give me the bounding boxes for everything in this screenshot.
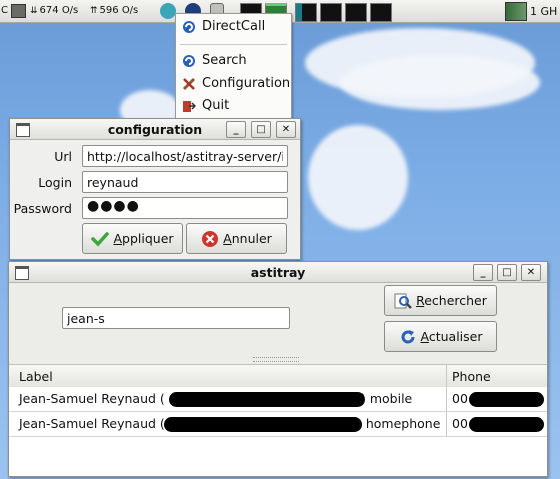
search-button[interactable]: Rechercher — [384, 285, 497, 316]
results-table-header: Label Phone — [9, 364, 547, 388]
workspace-5[interactable] — [345, 3, 367, 22]
cancel-button[interactable]: Annuler — [186, 223, 287, 254]
column-divider — [446, 387, 447, 411]
redacted-block — [164, 417, 362, 432]
menu-item-directcall[interactable]: DirectCall — [182, 17, 265, 37]
minimize-button[interactable]: _ — [473, 264, 493, 281]
column-header-phone[interactable]: Phone — [452, 369, 491, 384]
column-divider — [446, 412, 447, 436]
search-button-label: Rechercher — [416, 293, 487, 308]
panel-left-partial: C — [1, 5, 8, 16]
workspace-4[interactable] — [320, 3, 342, 22]
apply-label: Appliquer — [113, 231, 174, 246]
upload-arrow-icon: ⇈ — [90, 6, 98, 16]
menu-separator — [180, 44, 287, 45]
table-row[interactable]: Jean-Samuel Reynaud ( ) homephone 00 — [9, 412, 547, 437]
menu-item-search[interactable]: Search — [182, 51, 247, 71]
workspace-6[interactable] — [370, 3, 392, 22]
refresh-button-label: Actualiser — [420, 329, 483, 344]
contact-name: Jean-Samuel Reynaud ( — [19, 416, 165, 431]
menu-item-quit[interactable]: Quit — [182, 96, 229, 116]
phone-type: ) homephone — [357, 416, 441, 431]
search-icon — [394, 293, 412, 309]
redacted-block — [469, 392, 544, 407]
workspace-3[interactable] — [295, 3, 317, 22]
cpu-frequency: 1 GH — [530, 5, 558, 18]
menu-item-configuration[interactable]: Configuration — [182, 74, 290, 94]
menu-item-label: DirectCall — [202, 19, 266, 34]
menu-item-label: Quit — [202, 98, 230, 113]
maximize-button[interactable]: □ — [251, 121, 271, 138]
url-field[interactable] — [82, 145, 288, 167]
phone-app-icon — [183, 21, 195, 33]
quit-icon — [183, 101, 196, 112]
phone-tray-icon[interactable] — [160, 3, 176, 19]
contact-name: Jean-Samuel Reynaud ( — [19, 391, 165, 406]
password-label: Password — [13, 201, 72, 216]
table-empty-area — [9, 437, 547, 476]
checkmark-icon — [91, 231, 110, 247]
refresh-icon — [401, 329, 414, 343]
download-rate: ⇊ 674 O/s — [30, 5, 79, 16]
minimize-button[interactable]: _ — [226, 121, 246, 138]
desktop-cloud — [308, 125, 408, 230]
pane-splitter[interactable] — [253, 357, 299, 362]
column-divider[interactable] — [446, 365, 447, 387]
configuration-window: configuration _ □ ✕ Url Login Password ●… — [9, 118, 301, 260]
astitray-titlebar[interactable]: astitray _ □ ✕ — [9, 262, 547, 283]
network-monitor-icon — [11, 4, 26, 18]
download-arrow-icon: ⇊ — [30, 6, 38, 16]
tools-icon — [182, 77, 196, 91]
astitray-window: astitray _ □ ✕ Rechercher Actualiser Lab… — [8, 261, 548, 477]
menu-item-label: Search — [202, 53, 247, 68]
refresh-button[interactable]: Actualiser — [384, 321, 497, 352]
window-title: astitray — [250, 265, 306, 280]
tray-menu: DirectCall Search Configuration Quit — [175, 13, 292, 120]
login-field[interactable] — [82, 171, 288, 193]
phone-number: 00 — [452, 391, 468, 406]
phone-type: ) mobile — [361, 391, 413, 406]
url-label: Url — [54, 149, 72, 164]
close-button[interactable]: ✕ — [276, 121, 296, 138]
login-label: Login — [38, 175, 72, 190]
redacted-block — [469, 417, 544, 432]
cancel-label: Annuler — [223, 231, 272, 246]
apply-button[interactable]: Appliquer — [82, 223, 183, 254]
desktop-cloud — [340, 55, 540, 110]
password-field[interactable]: ●●●● — [82, 197, 288, 219]
menu-item-label: Configuration — [202, 76, 291, 91]
table-row[interactable]: Jean-Samuel Reynaud ( ) mobile 00 — [9, 387, 547, 412]
cpu-monitor-icon — [505, 2, 527, 21]
app-swirl-icon — [183, 55, 195, 67]
column-header-label[interactable]: Label — [19, 369, 53, 384]
phone-number: 00 — [452, 416, 468, 431]
upload-rate: ⇈ 596 O/s — [90, 5, 139, 16]
search-input[interactable] — [62, 307, 290, 329]
close-button[interactable]: ✕ — [521, 264, 541, 281]
redacted-block — [169, 392, 365, 407]
configuration-titlebar[interactable]: configuration _ □ ✕ — [10, 119, 300, 140]
cancel-icon — [202, 230, 219, 247]
maximize-button[interactable]: □ — [497, 264, 517, 281]
